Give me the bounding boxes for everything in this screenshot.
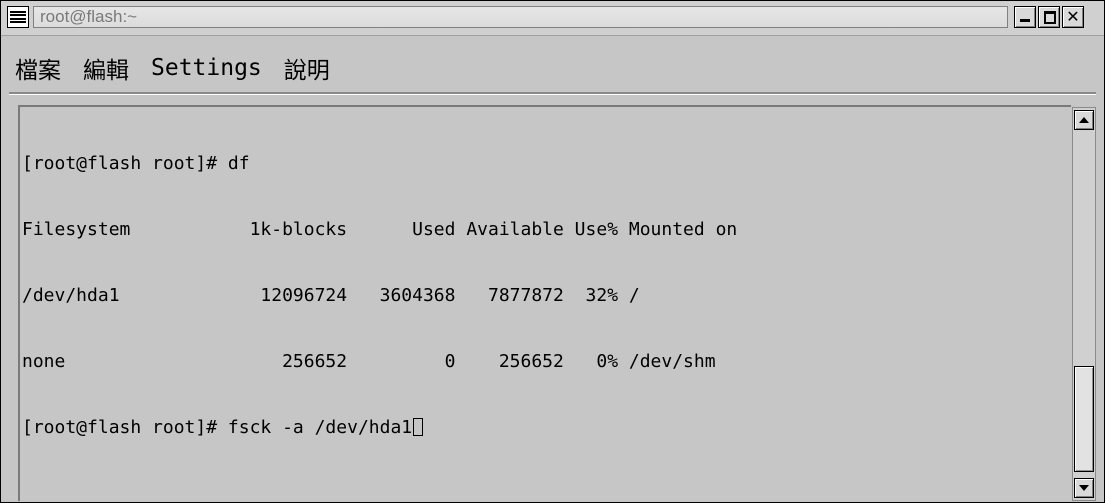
menu-edit[interactable]: 編輯: [83, 51, 129, 85]
menu-divider: [9, 92, 1096, 94]
scroll-up-arrow-icon[interactable]: [1074, 110, 1094, 130]
close-button[interactable]: ✕: [1062, 6, 1084, 28]
terminal-lines: [root@flash root]# df Filesystem 1k-bloc…: [22, 109, 737, 483]
terminal-line: /dev/hda1 12096724 3604368 7877872 32% /: [22, 285, 640, 306]
menu-bar: 檔案 編輯 Settings 說明: [15, 51, 352, 85]
terminal-window: root@flash:~ ✕ 檔案 編輯 Settings 說明 [root@f…: [0, 0, 1105, 503]
window-menu-icon[interactable]: [7, 6, 29, 28]
scroll-down-arrow-icon[interactable]: [1074, 478, 1094, 498]
menu-file[interactable]: 檔案: [15, 51, 61, 85]
terminal-output[interactable]: [root@flash root]# df Filesystem 1k-bloc…: [20, 107, 1068, 501]
menu-help[interactable]: 說明: [284, 51, 330, 85]
maximize-button[interactable]: [1038, 6, 1060, 28]
minimize-button[interactable]: [1014, 6, 1036, 28]
title-bar[interactable]: root@flash:~ ✕: [1, 1, 1104, 36]
terminal-line: none 256652 0 256652 0% /dev/shm: [22, 351, 716, 372]
terminal-line: [root@flash root]# df: [22, 153, 250, 174]
terminal-prompt-line: [root@flash root]# fsck -a /dev/hda1: [22, 417, 737, 439]
scrollbar-thumb[interactable]: [1074, 366, 1094, 472]
terminal-command: [root@flash root]# fsck -a /dev/hda1: [22, 417, 413, 438]
menu-settings[interactable]: Settings: [151, 55, 262, 81]
vertical-scrollbar[interactable]: [1072, 107, 1096, 501]
terminal-line: Filesystem 1k-blocks Used Available Use%…: [22, 219, 738, 240]
close-icon: ✕: [1066, 7, 1080, 26]
cursor-icon: [413, 418, 424, 436]
window-title: root@flash:~: [33, 6, 1008, 28]
